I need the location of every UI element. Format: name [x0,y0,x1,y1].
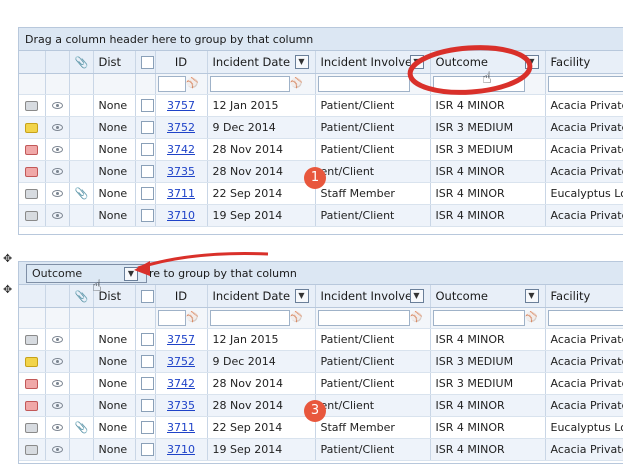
arrow-head-icon [134,261,150,276]
highlight-ellipse [407,45,533,95]
annotation-overlay [134,45,533,276]
drag-arrow [137,252,269,270]
